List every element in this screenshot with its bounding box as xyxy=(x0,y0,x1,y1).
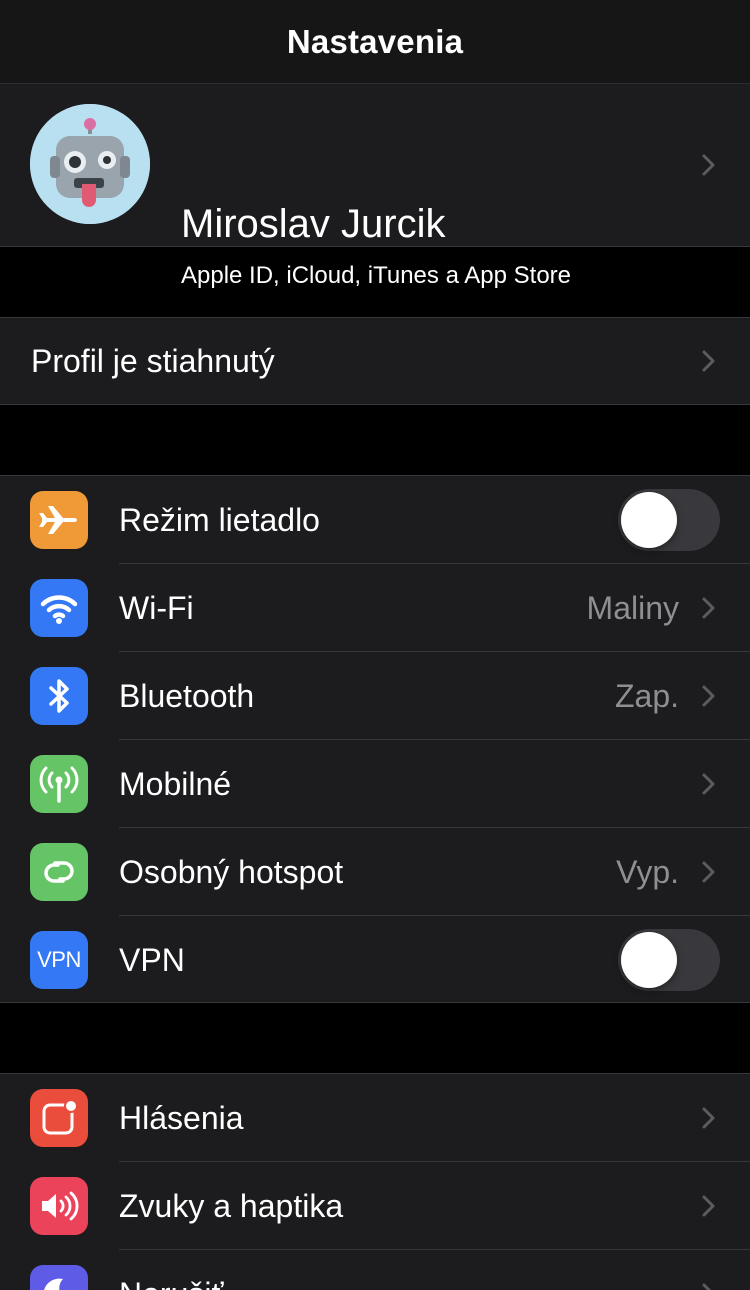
bluetooth-status-value: Zap. xyxy=(614,678,679,714)
personal-hotspot-row[interactable]: Osobný hotspot Vyp. xyxy=(0,828,750,916)
chevron-right-icon xyxy=(696,772,720,796)
personal-hotspot-label: Osobný hotspot xyxy=(119,854,344,890)
wifi-row[interactable]: Wi-Fi Maliny xyxy=(0,564,750,652)
sounds-haptics-label: Zvuky a haptika xyxy=(119,1188,344,1224)
bluetooth-row[interactable]: Bluetooth Zap. xyxy=(0,652,750,740)
moon-icon xyxy=(30,1265,88,1290)
personal-hotspot-value: Vyp. xyxy=(616,854,679,890)
airplane-icon xyxy=(30,491,88,549)
connectivity-settings-group: Režim lietadlo Wi-Fi Maliny Bluetooth Za… xyxy=(0,475,750,1003)
cellular-antenna-icon xyxy=(30,755,88,813)
apple-id-profile-row[interactable]: Miroslav Jurcik Apple ID, iCloud, iTunes… xyxy=(0,84,750,289)
wifi-network-value: Maliny xyxy=(586,590,679,626)
chevron-right-icon xyxy=(696,596,720,620)
profile-subtitle: Apple ID, iCloud, iTunes a App Store xyxy=(181,262,571,289)
speaker-icon xyxy=(30,1177,88,1235)
cellular-row[interactable]: Mobilné xyxy=(0,740,750,828)
profile-name: Miroslav Jurcik xyxy=(181,202,446,246)
robot-memoji-icon xyxy=(30,104,150,224)
do-not-disturb-label: Nerušiť xyxy=(119,1250,223,1290)
chevron-right-icon xyxy=(696,153,720,177)
cellular-label: Mobilné xyxy=(119,766,232,802)
wifi-label: Wi-Fi xyxy=(119,590,194,626)
wifi-icon xyxy=(30,579,88,637)
airplane-mode-row: Režim lietadlo xyxy=(0,476,750,564)
page-title: Nastavenia xyxy=(286,22,464,60)
airplane-mode-toggle[interactable] xyxy=(618,489,720,551)
chevron-right-icon xyxy=(696,1194,720,1218)
hotspot-icon xyxy=(30,843,88,901)
sounds-haptics-row[interactable]: Zvuky a haptika xyxy=(0,1162,750,1250)
profile-downloaded-row[interactable]: Profil je stiahnutý xyxy=(0,317,750,405)
notifications-settings-group: Hlásenia Zvuky a haptika xyxy=(0,1073,750,1290)
notifications-row[interactable]: Hlásenia xyxy=(0,1074,750,1162)
chevron-right-icon xyxy=(696,860,720,884)
vpn-label: VPN xyxy=(119,942,185,978)
airplane-mode-label: Režim lietadlo xyxy=(119,502,320,538)
bluetooth-label: Bluetooth xyxy=(119,678,255,714)
notifications-icon xyxy=(30,1089,88,1147)
profile-downloaded-label: Profil je stiahnutý xyxy=(31,343,275,379)
chevron-right-icon xyxy=(696,1106,720,1130)
notifications-label: Hlásenia xyxy=(119,1100,244,1136)
vpn-icon: VPN xyxy=(30,931,88,989)
avatar xyxy=(30,104,150,224)
do-not-disturb-row[interactable]: Nerušiť xyxy=(0,1250,750,1290)
vpn-toggle[interactable] xyxy=(618,929,720,991)
bluetooth-icon xyxy=(30,667,88,725)
navigation-bar: Nastavenia xyxy=(0,0,750,84)
settings-screen: Nastavenia Miroslav Jurcik Apple ID, iCl… xyxy=(0,0,750,1290)
chevron-right-icon xyxy=(696,349,720,373)
chevron-right-icon xyxy=(696,684,720,708)
vpn-row: VPN VPN xyxy=(0,916,750,1004)
chevron-right-icon xyxy=(696,1282,720,1290)
